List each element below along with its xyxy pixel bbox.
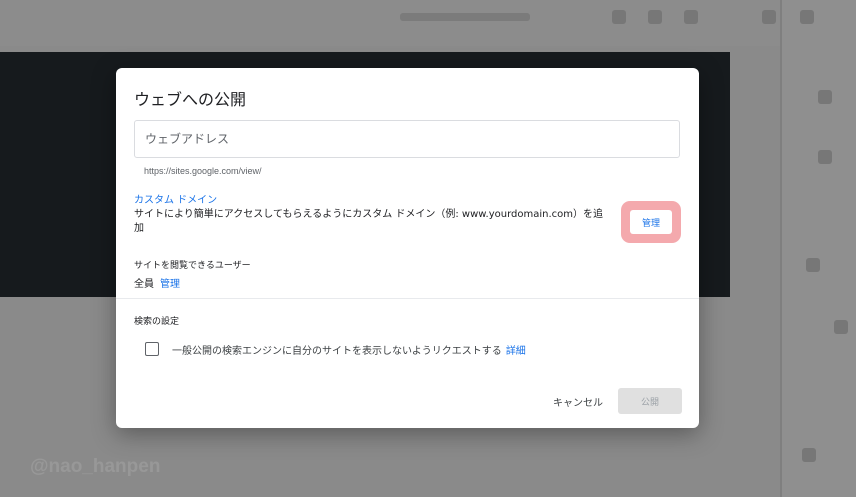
publish-to-web-dialog: ウェブへの公開 https://sites.google.com/view/ カ… xyxy=(116,68,699,428)
web-address-input[interactable] xyxy=(134,120,680,158)
panel-item-icon xyxy=(806,258,820,272)
panel-item-icon xyxy=(818,150,832,164)
custom-domain-manage-button[interactable]: 管理 xyxy=(630,210,672,234)
undo-icon xyxy=(612,10,626,24)
viewers-row: 全員 管理 xyxy=(134,275,180,290)
viewers-manage-link[interactable]: 管理 xyxy=(160,279,180,290)
panel-item-icon xyxy=(834,320,848,334)
search-settings-title: 検索の設定 xyxy=(134,317,180,327)
redo-icon xyxy=(648,10,662,24)
search-details-link[interactable]: 詳細 xyxy=(506,346,526,357)
cancel-button[interactable]: キャンセル xyxy=(546,388,610,414)
app-top-bar xyxy=(0,0,856,46)
hide-from-search-text[interactable]: 一般公開の検索エンジンに自分のサイトを表示しないようリクエストする xyxy=(172,346,502,357)
preview-icon xyxy=(684,10,698,24)
viewers-section-title: サイトを閲覧できるユーザー xyxy=(134,261,251,271)
status-text-placeholder xyxy=(400,13,530,21)
viewers-value: 全員 xyxy=(134,279,154,290)
watermark: @nao_hanpen xyxy=(30,456,161,477)
section-divider xyxy=(116,298,699,299)
web-address-hint: https://sites.google.com/view/ xyxy=(144,166,262,176)
custom-domain-description: サイトにより簡単にアクセスしてもらえるようにカスタム ドメイン（例: www.y… xyxy=(134,209,604,234)
panel-item-icon xyxy=(818,90,832,104)
side-panel xyxy=(782,0,856,497)
custom-domain-title: カスタム ドメイン xyxy=(134,195,218,206)
hide-from-search-checkbox[interactable] xyxy=(145,342,159,356)
settings-icon xyxy=(762,10,776,24)
dialog-title: ウェブへの公開 xyxy=(134,90,247,109)
more-icon xyxy=(800,10,814,24)
panel-item-icon xyxy=(802,448,816,462)
publish-button[interactable]: 公開 xyxy=(618,388,682,414)
hide-from-search-label: 一般公開の検索エンジンに自分のサイトを表示しないようリクエストする 詳細 xyxy=(172,342,526,357)
